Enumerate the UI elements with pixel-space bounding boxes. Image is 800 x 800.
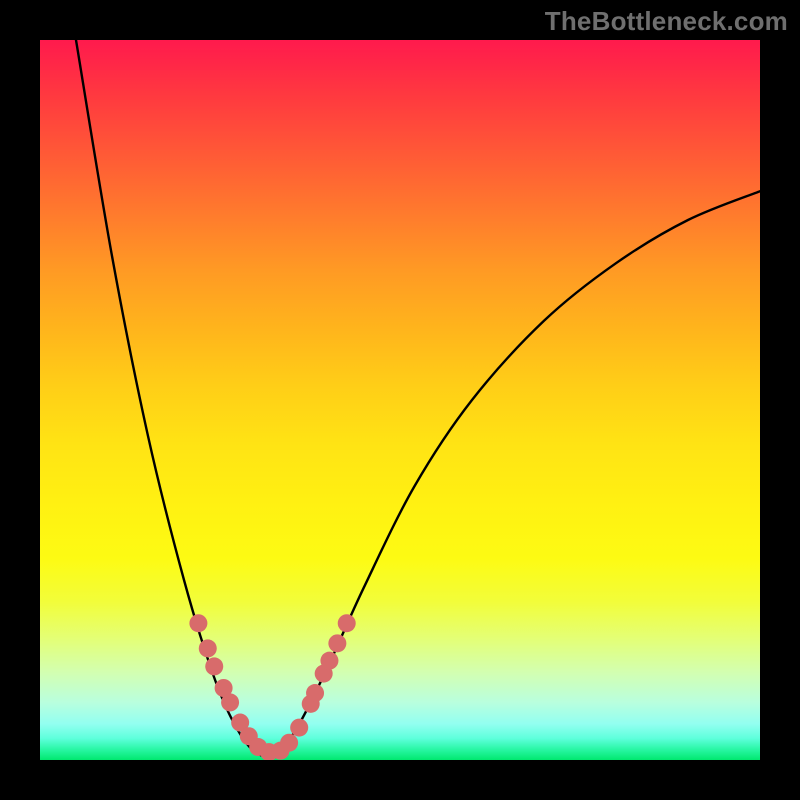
chart-svg xyxy=(40,40,760,760)
bottleneck-curve xyxy=(76,40,760,756)
curve-marker xyxy=(199,639,217,657)
plot-area xyxy=(40,40,760,760)
curve-marker xyxy=(320,652,338,670)
chart-frame: TheBottleneck.com xyxy=(0,0,800,800)
curve-marker xyxy=(189,614,207,632)
curve-marker xyxy=(306,684,324,702)
curve-marker xyxy=(328,634,346,652)
curve-marker xyxy=(290,719,308,737)
curve-marker xyxy=(280,734,298,752)
curve-marker xyxy=(221,693,239,711)
curve-marker xyxy=(338,614,356,632)
curve-markers xyxy=(189,614,355,760)
curve-marker xyxy=(205,657,223,675)
watermark-text: TheBottleneck.com xyxy=(545,6,788,37)
